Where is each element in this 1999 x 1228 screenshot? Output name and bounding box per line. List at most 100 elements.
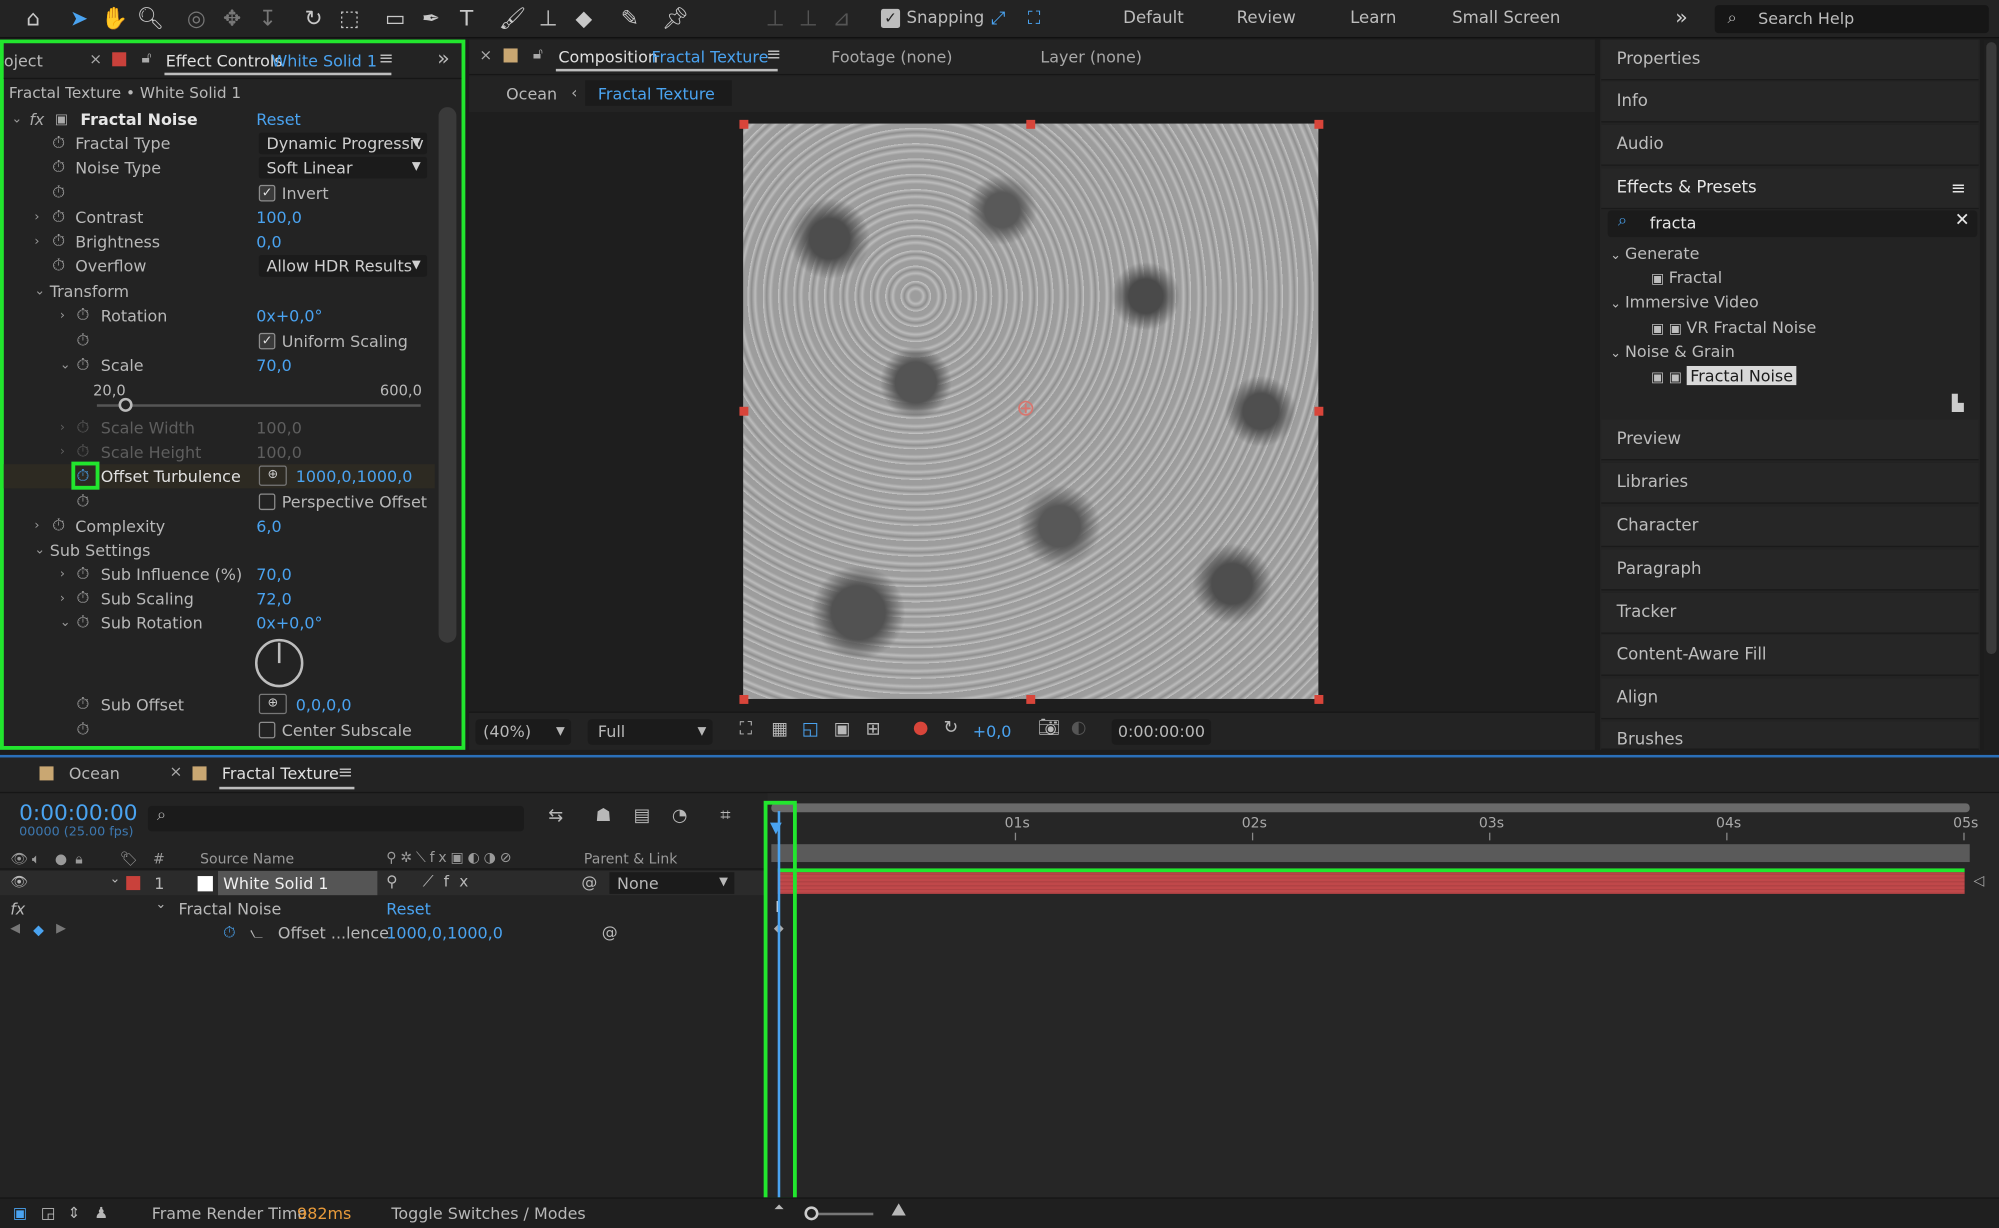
layer-tab[interactable]: Layer (none): [1040, 47, 1142, 66]
panel-preview[interactable]: Preview: [1601, 419, 1979, 461]
label-color-swatch[interactable]: [126, 876, 141, 891]
stopwatch-icon[interactable]: ⏱: [76, 692, 89, 716]
panel-paragraph[interactable]: Paragraph: [1601, 549, 1979, 591]
axis-world-icon[interactable]: ⊥: [793, 4, 824, 35]
composition-tab-name[interactable]: Fractal Texture: [651, 47, 768, 66]
stopwatch-icon[interactable]: ⏱: [76, 464, 89, 488]
stopwatch-icon[interactable]: ⏱: [223, 922, 235, 942]
effect-row-fractal-noise[interactable]: ⌄ fx ▣ Fractal Noise Reset: [4, 107, 432, 131]
hand-tool-icon[interactable]: ✋: [99, 4, 130, 35]
effect-controls-tab-label[interactable]: Effect Controls: [166, 51, 283, 70]
zoom-tool-icon[interactable]: 🔍︎: [135, 4, 166, 35]
chevron-right-icon[interactable]: ›: [60, 303, 65, 327]
group-transform[interactable]: ⌄ Transform: [4, 279, 432, 303]
zoom-out-icon[interactable]: ⏶: [774, 1201, 784, 1215]
effect-row-reset[interactable]: Reset: [386, 899, 431, 918]
prev-keyframe-icon[interactable]: ◀: [10, 922, 20, 936]
panel-menu-icon[interactable]: ≡: [379, 48, 394, 68]
fx-icon[interactable]: fx: [29, 107, 44, 131]
layer-handle[interactable]: [1314, 406, 1324, 416]
double-chevron-right-icon[interactable]: »: [1675, 5, 1687, 29]
chevron-down-icon[interactable]: ⌄: [60, 611, 71, 635]
expand-icon[interactable]: ◁: [1974, 872, 1985, 889]
comp-flowchart-icon[interactable]: ⇆: [548, 806, 563, 826]
time-graph[interactable]: 01s02s03s04s05s ◁ ◆ I: [767, 793, 1999, 1199]
layer-switches-toggle-icon[interactable]: ▣: [13, 1204, 27, 1222]
layer-handle[interactable]: [1026, 119, 1036, 129]
panel-content-aware-fill[interactable]: Content-Aware Fill: [1601, 635, 1979, 676]
fast-preview-icon[interactable]: ⛶: [739, 719, 752, 739]
zoom-dropdown[interactable]: (40%) ▼: [475, 719, 572, 745]
axis-local-icon[interactable]: ⊥: [760, 4, 791, 35]
pickwhip-icon[interactable]: @: [581, 872, 597, 891]
camera-icon[interactable]: 📷︎: [1038, 718, 1061, 738]
chevron-down-icon[interactable]: ⌄: [60, 353, 71, 377]
chevron-right-icon[interactable]: ›: [34, 205, 39, 229]
column-parent[interactable]: Parent & Link: [584, 851, 677, 868]
pen-tool-icon[interactable]: ✒: [416, 4, 447, 35]
snap-features-icon[interactable]: ⛶: [1019, 4, 1050, 35]
chevron-right-icon[interactable]: ›: [34, 514, 39, 538]
crosshair-icon[interactable]: ⊕: [258, 465, 287, 486]
offset-turbulence-value[interactable]: 1000,0,1000,0: [296, 464, 413, 488]
timeline-search-input[interactable]: ⌕: [147, 805, 524, 832]
stopwatch-icon[interactable]: ⏱: [76, 587, 89, 611]
chevron-right-icon[interactable]: ›: [34, 230, 39, 254]
panel-menu-icon[interactable]: ≡: [766, 45, 781, 65]
resolution-dropdown[interactable]: Full ▼: [587, 719, 713, 745]
reset-exposure-icon[interactable]: ↻: [943, 718, 958, 738]
panel-align[interactable]: Align: [1601, 678, 1979, 720]
layer-handle[interactable]: [739, 694, 749, 704]
chevron-right-icon[interactable]: ›: [60, 587, 65, 611]
stopwatch-icon[interactable]: ⏱: [52, 514, 65, 538]
effect-row[interactable]: fx ⌄ Fractal Noise Reset: [0, 896, 765, 920]
layer-switches[interactable]: ⚲ ⟋fx: [386, 872, 478, 891]
frame-blending-icon[interactable]: ▤: [634, 806, 651, 826]
chevron-down-icon[interactable]: ⌄: [110, 872, 121, 886]
tree-item-vr-fractal-noise[interactable]: ▣ ▣ VR Fractal Noise: [1651, 315, 1816, 339]
time-ruler[interactable]: 01s 02s 03s 04s 05s: [767, 814, 1999, 842]
stopwatch-icon[interactable]: ⏱: [52, 156, 65, 180]
color-channels-icon[interactable]: ●: [913, 718, 929, 738]
motion-blur-icon[interactable]: ◔: [672, 806, 688, 826]
snap-edges-icon[interactable]: ⤢: [983, 4, 1014, 35]
stopwatch-icon[interactable]: ⏱: [76, 718, 89, 742]
footage-tab[interactable]: Footage (none): [831, 47, 952, 66]
stopwatch-icon[interactable]: ⏱: [76, 303, 89, 327]
complexity-value[interactable]: 6,0: [256, 514, 281, 538]
crosshair-icon[interactable]: ⊕: [258, 693, 287, 715]
stopwatch-icon[interactable]: ⏱: [52, 254, 65, 278]
workspace-learn[interactable]: Learn: [1350, 9, 1396, 28]
work-area-bar[interactable]: [771, 803, 1970, 813]
tree-group-immersive-video[interactable]: ⌄ Immersive Video: [1610, 289, 1759, 313]
double-chevron-right-icon[interactable]: »: [437, 46, 449, 70]
panel-menu-icon[interactable]: ≡: [338, 763, 353, 783]
tab-fractal-texture[interactable]: Fractal Texture: [222, 764, 339, 783]
zoom-in-icon[interactable]: ⛰: [891, 1200, 906, 1220]
group-sub-settings[interactable]: ⌄ Sub Settings: [4, 538, 432, 562]
axis-view-icon[interactable]: ⊿: [826, 4, 857, 35]
stopwatch-icon[interactable]: ⏱: [76, 611, 89, 635]
crumb-ocean[interactable]: Ocean: [506, 84, 557, 103]
render-time-icon[interactable]: ♟: [94, 1204, 108, 1222]
show-snapshot-icon[interactable]: ◐: [1071, 718, 1087, 738]
layer-handle[interactable]: [739, 119, 749, 129]
scale-slider-track[interactable]: [96, 397, 421, 412]
rotate-tool-icon[interactable]: ↻: [298, 4, 329, 35]
label-icon[interactable]: 🏷︎: [120, 851, 138, 868]
guides-icon[interactable]: ⊞: [866, 719, 881, 739]
close-icon[interactable]: ×: [170, 763, 183, 781]
tree-item-fractal[interactable]: ▣ Fractal: [1651, 265, 1722, 289]
stopwatch-icon[interactable]: ⏱: [76, 416, 89, 440]
tab-ocean[interactable]: Ocean: [69, 764, 120, 783]
transfer-controls-icon[interactable]: ◲: [41, 1204, 55, 1222]
composition-tab-label[interactable]: Composition: [558, 47, 658, 66]
region-of-interest-icon[interactable]: ▣: [834, 719, 851, 739]
pan-tool-icon[interactable]: ✥: [217, 4, 248, 35]
eraser-tool-icon[interactable]: ◆: [569, 4, 600, 35]
chevron-right-icon[interactable]: ›: [60, 440, 65, 464]
project-tab[interactable]: oject: [4, 51, 43, 70]
layer-handle[interactable]: [1026, 694, 1036, 704]
orbit-tool-icon[interactable]: ◎: [181, 4, 212, 35]
fractal-type-dropdown[interactable]: Dynamic Progressiv ▼: [258, 132, 428, 155]
